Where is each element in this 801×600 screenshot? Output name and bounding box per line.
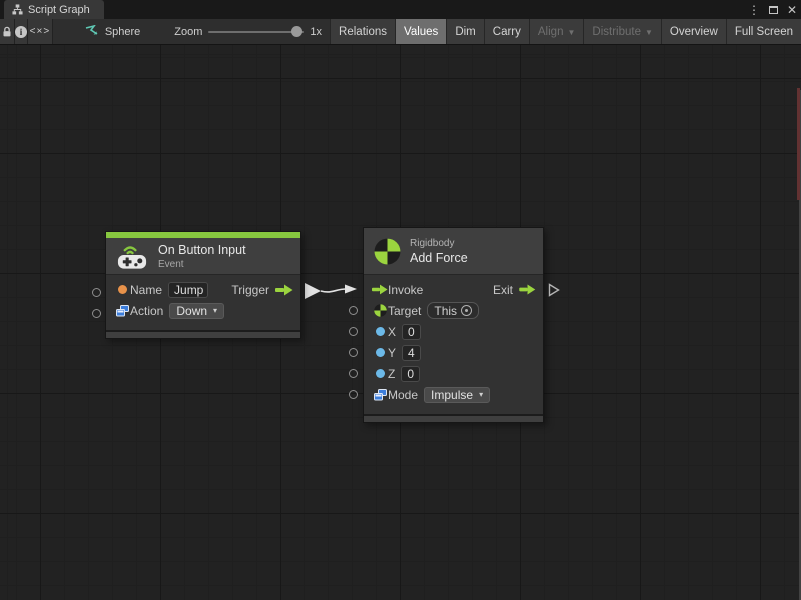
trigger-flow-port-icon[interactable] [275, 284, 293, 296]
node-header[interactable]: Rigidbody Add Force [364, 228, 543, 275]
x-input[interactable]: 0 [402, 324, 421, 340]
node-on-button-input[interactable]: On Button Input Event Name Jump Trigger [105, 231, 301, 339]
exit-flow-port-icon[interactable] [519, 284, 536, 295]
node-footer [106, 330, 300, 338]
node-body: Name Jump Trigger [106, 275, 300, 330]
port-label: X [388, 325, 396, 339]
node-body: Invoke Exit [364, 275, 543, 414]
port-row-y: Y 4 [364, 342, 543, 363]
info-icon: i [15, 26, 27, 38]
action-port-connector[interactable] [92, 309, 101, 318]
port-label: Trigger [231, 283, 269, 297]
lock-button[interactable] [0, 19, 15, 44]
graph-canvas[interactable]: On Button Input Event Name Jump Trigger [0, 45, 801, 600]
zoom-slider[interactable] [208, 31, 304, 33]
graph-target-indicator: Sphere [77, 19, 148, 44]
chevron-down-icon: ▼ [645, 28, 653, 37]
node-subtitle: Event [158, 259, 246, 270]
script-graph-window: Script Graph ⋮ ✕ i <×> Sphere [0, 0, 801, 600]
close-icon[interactable]: ✕ [787, 4, 797, 16]
name-port-connector[interactable] [92, 288, 101, 297]
port-label: Invoke [388, 283, 423, 297]
rigidbody-icon [374, 238, 401, 265]
zoom-slider-thumb[interactable] [291, 26, 302, 37]
mode-dropdown[interactable]: Impulse ▾ [424, 387, 490, 403]
distribute-button[interactable]: Distribute▼ [583, 19, 661, 44]
chevron-down-icon: ▾ [479, 390, 483, 399]
y-input[interactable]: 4 [402, 345, 421, 361]
port-label: Mode [388, 388, 418, 402]
zoom-control: Zoom 1x [166, 19, 330, 44]
port-row-name: Name Jump Trigger [106, 279, 300, 300]
z-port-connector[interactable] [349, 369, 358, 378]
kebab-menu-icon[interactable]: ⋮ [748, 4, 760, 16]
port-label: Y [388, 346, 396, 360]
node-header[interactable]: On Button Input Event [106, 238, 300, 275]
name-input[interactable]: Jump [168, 282, 208, 298]
vertical-scrollbar-thumb[interactable] [797, 88, 800, 200]
toolbar-buttons: Relations Values Dim Carry Align▼ Distri… [330, 19, 801, 44]
port-label: Target [388, 304, 421, 318]
port-row-action: Action Down ▾ [106, 300, 300, 321]
align-button[interactable]: Align▼ [529, 19, 584, 44]
mode-port-connector[interactable] [349, 390, 358, 399]
x-port-connector[interactable] [349, 327, 358, 336]
tab-label: Script Graph [28, 4, 90, 16]
relations-button[interactable]: Relations [330, 19, 395, 44]
graph-target-label: Sphere [105, 26, 140, 38]
target-port-connector[interactable] [349, 306, 358, 315]
dim-button[interactable]: Dim [446, 19, 483, 44]
port-row-invoke: Invoke Exit [364, 279, 543, 300]
float-port-icon[interactable] [376, 369, 385, 378]
tab-script-graph[interactable]: Script Graph [4, 0, 104, 19]
port-label: Exit [493, 283, 513, 297]
port-row-target: Target This [364, 300, 543, 321]
float-port-icon[interactable] [376, 327, 385, 336]
y-port-connector[interactable] [349, 348, 358, 357]
port-label: Name [130, 283, 162, 297]
port-label: Action [130, 304, 163, 318]
target-object-button[interactable]: This [427, 302, 479, 319]
tab-bar: Script Graph ⋮ ✕ [0, 0, 801, 19]
node-title: On Button Input [158, 243, 246, 257]
enum-port-icon[interactable] [374, 389, 387, 401]
node-footer [364, 414, 543, 422]
node-kicker: Rigidbody [410, 238, 468, 249]
node-title: Add Force [410, 251, 468, 265]
exit-port-connector[interactable] [548, 283, 560, 297]
code-brackets-icon: <×> [30, 26, 51, 37]
zoom-label: Zoom [174, 26, 202, 38]
port-row-mode: Mode Impulse ▾ [364, 384, 543, 405]
port-row-z: Z 0 [364, 363, 543, 384]
graph-hierarchy-icon [12, 4, 23, 15]
full-screen-button[interactable]: Full Screen [726, 19, 801, 44]
enum-port-icon[interactable] [116, 305, 129, 317]
node-add-force[interactable]: Rigidbody Add Force Invoke Exit [363, 227, 544, 423]
lock-icon [0, 25, 14, 39]
values-button[interactable]: Values [395, 19, 446, 44]
info-button[interactable]: i [15, 19, 28, 44]
code-preview-button[interactable]: <×> [28, 19, 53, 44]
chevron-down-icon: ▼ [567, 28, 575, 37]
overview-button[interactable]: Overview [661, 19, 726, 44]
pointer-icon [85, 25, 99, 38]
string-port-icon[interactable] [118, 285, 127, 294]
port-row-x: X 0 [364, 321, 543, 342]
invoke-flow-port-icon[interactable] [372, 284, 388, 295]
graph-toolbar: i <×> Sphere Zoom 1x Relations Values Di… [0, 19, 801, 45]
carry-button[interactable]: Carry [484, 19, 529, 44]
z-input[interactable]: 0 [401, 366, 420, 382]
zoom-value: 1x [310, 26, 322, 38]
action-dropdown[interactable]: Down ▾ [169, 303, 224, 319]
object-picker-icon [461, 305, 472, 316]
chevron-down-icon: ▾ [213, 306, 217, 315]
maximize-icon[interactable] [769, 6, 778, 14]
window-controls: ⋮ ✕ [748, 0, 797, 19]
rigidbody-port-icon[interactable] [374, 304, 387, 317]
gamepad-event-icon [116, 242, 149, 270]
port-label: Z [388, 367, 395, 381]
float-port-icon[interactable] [376, 348, 385, 357]
